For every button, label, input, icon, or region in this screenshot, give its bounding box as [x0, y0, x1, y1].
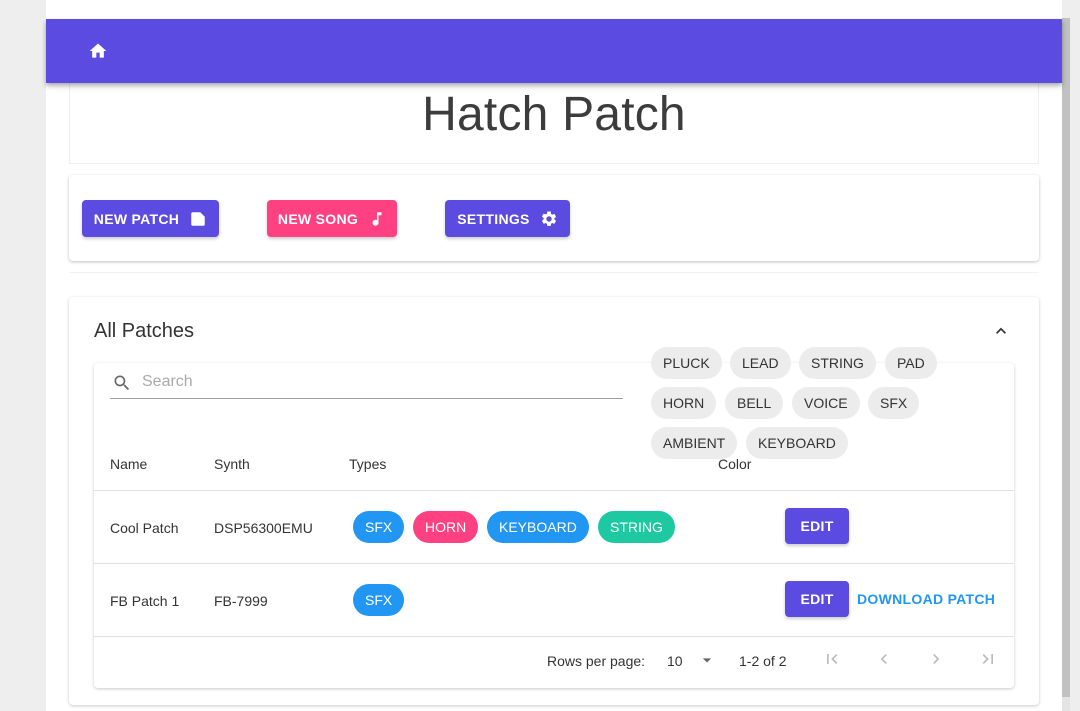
column-header-color[interactable]: Color	[718, 456, 751, 472]
search-input[interactable]	[142, 369, 612, 395]
dropdown-arrow-icon	[702, 658, 712, 663]
previous-page-icon[interactable]	[874, 649, 894, 669]
chevron-up-icon[interactable]	[991, 321, 1011, 341]
edit-button[interactable]: EDIT	[785, 581, 849, 617]
pagination-range: 1-2 of 2	[739, 653, 787, 669]
column-header-types[interactable]: Types	[349, 456, 386, 472]
type-tag-keyboard: KEYBOARD	[487, 511, 589, 543]
edit-button[interactable]: EDIT	[785, 508, 849, 544]
filter-chip-ambient[interactable]: AMBIENT	[651, 427, 738, 459]
home-icon[interactable]	[88, 41, 108, 61]
last-page-icon[interactable]	[978, 649, 998, 669]
next-page-icon[interactable]	[926, 649, 946, 669]
filter-chip-keyboard[interactable]: KEYBOARD	[746, 427, 848, 459]
note-icon	[191, 211, 205, 226]
new-song-button[interactable]: NEW SONG	[267, 200, 397, 237]
filter-chip-pad[interactable]: PAD	[885, 347, 937, 379]
music-note-icon	[372, 211, 382, 226]
type-tag-horn: HORN	[413, 511, 479, 543]
column-header-name[interactable]: Name	[110, 456, 147, 472]
title-card: Hatch Patch	[69, 83, 1039, 164]
row-divider	[94, 563, 1014, 564]
scrollbar-thumb[interactable]	[1062, 18, 1070, 697]
patch-synth: FB-7999	[214, 593, 268, 609]
settings-button[interactable]: SETTINGS	[445, 200, 570, 237]
search-icon	[114, 375, 130, 391]
new-patch-label: NEW PATCH	[93, 210, 180, 227]
vertical-scrollbar[interactable]	[1062, 0, 1080, 711]
rows-per-page-select[interactable]: 10	[667, 649, 719, 671]
new-patch-button[interactable]: NEW PATCH	[82, 200, 219, 237]
all-patches-heading: All Patches	[94, 320, 195, 342]
patch-synth: DSP56300EMU	[214, 520, 313, 536]
patches-table: PLUCK LEAD STRING PAD HORN BELL VOICE SF…	[94, 347, 1014, 688]
type-tag-sfx: SFX	[353, 511, 405, 543]
filter-chip-lead[interactable]: LEAD	[730, 347, 791, 379]
app-bar	[46, 19, 1062, 83]
type-tag-string: STRING	[598, 511, 675, 543]
search-field[interactable]	[110, 367, 623, 399]
rows-per-page-label: Rows per page:	[547, 653, 646, 669]
filter-chip-sfx[interactable]: SFX	[868, 387, 920, 419]
patch-name: Cool Patch	[110, 520, 179, 536]
row-divider	[94, 636, 1014, 637]
first-page-icon[interactable]	[822, 649, 842, 669]
filter-chip-string[interactable]: STRING	[799, 347, 876, 379]
new-song-label: NEW SONG	[277, 210, 359, 227]
row-divider	[94, 490, 1014, 491]
column-header-synth[interactable]: Synth	[214, 456, 250, 472]
actions-card: NEW PATCH NEW SONG SETTINGS	[69, 175, 1039, 261]
all-patches-panel: All Patches PLUCK LEAD STRING PAD HORN B…	[69, 297, 1039, 705]
filter-chip-voice[interactable]: VOICE	[792, 387, 860, 419]
filter-chip-pluck[interactable]: PLUCK	[651, 347, 722, 379]
patch-name: FB Patch 1	[110, 593, 180, 609]
settings-label: SETTINGS	[457, 210, 530, 227]
divider	[69, 272, 1039, 273]
type-tag-sfx: SFX	[353, 584, 405, 616]
filter-chip-horn[interactable]: HORN	[651, 387, 717, 419]
filter-chip-bell[interactable]: BELL	[725, 387, 784, 419]
gear-icon	[541, 210, 556, 226]
download-patch-button[interactable]: DOWNLOAD PATCH	[857, 591, 995, 607]
page-title: Hatch Patch	[422, 88, 686, 141]
rows-per-page-value: 10	[667, 653, 683, 669]
